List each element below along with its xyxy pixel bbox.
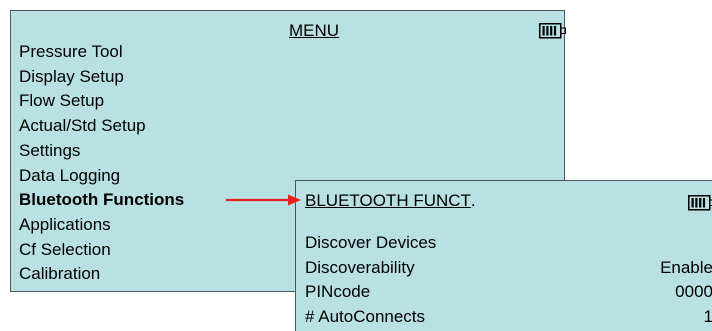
bt-item-value: 1 [703,306,712,326]
menu-title: MENU [289,21,340,40]
menu-item-data-logging[interactable]: Data Logging [19,164,184,189]
menu-item-calibration[interactable]: Calibration [19,262,184,287]
bt-item-label: Discover Devices [305,233,437,252]
menu-item-pressure-tool[interactable]: Pressure Tool [19,40,184,65]
menu-item-actual-std-setup[interactable]: Actual/Std Setup [19,114,184,139]
battery-icon [688,195,712,211]
bt-item-pincode[interactable]: PINcode 0000 [305,280,712,305]
bt-item-label: # AutoConnects [305,306,426,326]
bt-item-value: Enable [660,257,712,277]
menu-item-settings[interactable]: Settings [19,139,184,164]
bt-item-label: Discoverability [305,257,415,277]
bluetooth-title-text: BLUETOOTH FUNCT [305,191,471,210]
bt-item-autoconnects[interactable]: # AutoConnects 1 [305,305,712,330]
menu-item-applications[interactable]: Applications [19,213,184,238]
bluetooth-list: Discover Devices Discoverability Enable … [305,231,712,329]
bt-item-discover-devices[interactable]: Discover Devices [305,231,712,256]
bluetooth-title: BLUETOOTH FUNCT. [305,191,476,211]
menu-item-cf-selection[interactable]: Cf Selection [19,238,184,263]
battery-icon [539,23,566,39]
bt-item-value: 0000 [675,282,712,301]
bt-item-label: PINcode [305,282,371,301]
bluetooth-title-suffix: . [470,191,476,210]
arrow-right-icon [226,194,301,206]
bluetooth-panel: BLUETOOTH FUNCT. Discover Devices Discov… [295,180,712,331]
menu-item-display-setup[interactable]: Display Setup [19,65,184,90]
menu-item-flow-setup[interactable]: Flow Setup [19,89,184,114]
bt-item-discoverability[interactable]: Discoverability Enable [305,256,712,281]
menu-item-bluetooth-functions[interactable]: Bluetooth Functions [19,188,184,213]
menu-list: Pressure Tool Display Setup Flow Setup A… [19,40,184,287]
